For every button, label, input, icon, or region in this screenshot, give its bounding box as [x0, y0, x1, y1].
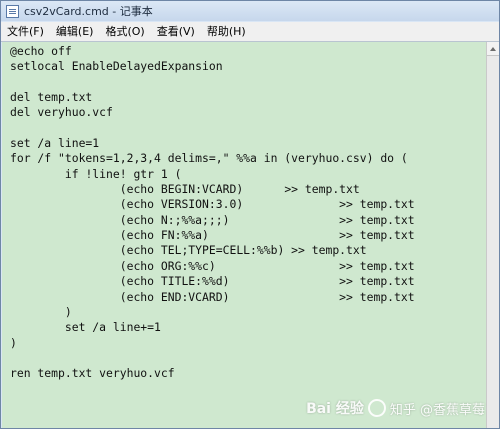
menu-file[interactable]: 文件(F) — [1, 22, 50, 41]
menu-bar: 文件(F) 编辑(E) 格式(O) 查看(V) 帮助(H) — [1, 22, 499, 42]
title-bar[interactable]: csv2vCard.cmd - 记事本 — [1, 1, 499, 21]
text-editor-area[interactable]: @echo off setlocal EnableDelayedExpansio… — [2, 42, 486, 428]
menu-format[interactable]: 格式(O) — [99, 22, 150, 41]
window-title: csv2vCard.cmd - 记事本 — [24, 5, 153, 18]
scroll-up-arrow-icon[interactable] — [487, 42, 499, 56]
editor-content[interactable]: @echo off setlocal EnableDelayedExpansio… — [2, 42, 486, 382]
menu-edit[interactable]: 编辑(E) — [50, 22, 100, 41]
vertical-scrollbar[interactable] — [486, 42, 499, 428]
notepad-icon — [6, 4, 19, 18]
menu-help[interactable]: 帮助(H) — [201, 22, 252, 41]
notepad-window: csv2vCard.cmd - 记事本 文件(F) 编辑(E) 格式(O) 查看… — [0, 0, 500, 429]
menu-view[interactable]: 查看(V) — [151, 22, 201, 41]
